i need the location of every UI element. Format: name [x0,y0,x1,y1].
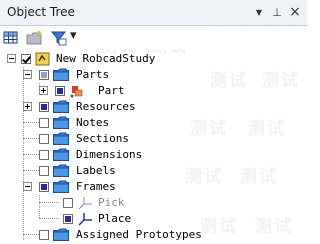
folder-icon [53,132,69,145]
study-icon [35,52,51,66]
visibility-checkbox[interactable] [39,166,49,176]
visibility-checkbox[interactable] [21,54,31,64]
visibility-checkbox[interactable] [39,150,49,160]
window-title: Object Tree [7,5,75,19]
tree-item-sections[interactable]: Sections [0,131,307,147]
tree-item-label: Notes [76,116,110,129]
tree-item-frames[interactable]: Frames [0,179,307,195]
folder-icon [53,116,69,129]
frame-icon [78,196,94,210]
visibility-checkbox[interactable] [63,198,73,208]
object-tree-panel: 测试 测试 测试 测试 测试 测试 测试 测试 测试 测试 测试 测试 Obje… [0,0,307,244]
visibility-checkbox[interactable] [39,182,49,192]
frame-icon [78,212,94,226]
tree-item-pick[interactable]: Pick [0,195,307,211]
visibility-checkbox[interactable] [39,230,49,240]
folder-icon [53,180,69,193]
dropdown-icon[interactable]: ▾ [70,28,88,44]
tree-item-parts[interactable]: Parts [0,67,307,83]
folder-icon [53,164,69,177]
window-menu-button[interactable]: ▼ [252,5,266,19]
tree-item-label: Parts [76,68,110,81]
tree-item-label: Assigned Prototypes [76,228,202,241]
visibility-checkbox[interactable] [39,134,49,144]
tree-item-place[interactable]: Place [0,211,307,227]
visibility-checkbox[interactable] [55,86,65,96]
toolbar: ▾ [0,27,307,49]
tree-item-resources[interactable]: Resources [0,99,307,115]
expand-toggle[interactable] [39,86,48,95]
pin-button[interactable]: ⊥ [270,5,284,19]
tree-item-root[interactable]: New RobcadStudy [0,51,307,67]
tree-item-assigned-prototypes[interactable]: Assigned Prototypes [0,227,307,243]
tree-item-label: Labels [76,164,116,177]
folder-icon [53,100,69,113]
collapse-toggle[interactable] [23,182,32,191]
tree-item-notes[interactable]: Notes [0,115,307,131]
part-icon [69,84,85,98]
tree-item-label: Part [98,84,125,97]
tree-item-label: Sections [76,132,129,145]
folder-icon [53,228,69,241]
close-button[interactable]: × [288,4,302,20]
visibility-checkbox[interactable] [39,102,49,112]
folder-icon[interactable] [26,30,44,46]
visibility-checkbox[interactable] [63,214,73,224]
grid-icon[interactable] [3,30,21,46]
tree-item-label: Resources [76,100,136,113]
visibility-checkbox[interactable] [39,118,49,128]
filter-icon[interactable] [50,30,68,46]
object-tree: New RobcadStudy Parts Part Resources Not… [0,51,307,244]
title-bar: Object Tree ▼ ⊥ × [0,0,307,26]
tree-item-labels[interactable]: Labels [0,163,307,179]
tree-item-label: Place [98,212,132,225]
tree-item-label: Pick [98,196,125,209]
folder-icon [53,148,69,161]
tree-item-label: Frames [76,180,116,193]
tree-item-label: New RobcadStudy [56,52,156,65]
visibility-checkbox[interactable] [39,70,49,80]
folder-icon [53,68,69,81]
tree-item-part[interactable]: Part [0,83,307,99]
collapse-toggle[interactable] [7,54,16,63]
tree-item-dimensions[interactable]: Dimensions [0,147,307,163]
expand-toggle[interactable] [23,102,32,111]
collapse-toggle[interactable] [23,70,32,79]
tree-item-label: Dimensions [76,148,143,161]
